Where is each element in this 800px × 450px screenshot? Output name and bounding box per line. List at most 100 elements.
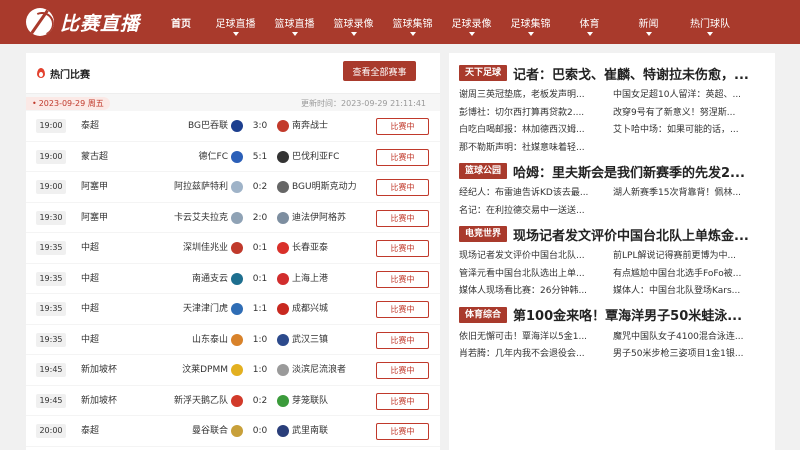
news-item-link[interactable]: 彭博社：切尔西打算再贷款2.... <box>459 105 605 123</box>
nav-label: 篮球直播 <box>274 18 315 30</box>
news-item-link[interactable]: 媒体人现场看比赛：26分钟韩... <box>459 283 605 301</box>
home-team-logo-icon <box>231 333 243 346</box>
match-time: 19:35 <box>36 332 66 347</box>
away-team-logo-icon <box>277 211 289 224</box>
news-item-link[interactable]: 依旧无懈可击！覃海洋以5金1... <box>459 329 605 347</box>
panel-title: 热门比赛 <box>50 69 90 81</box>
news-item-link[interactable]: 改穿9号有了新意义！努涅斯... <box>613 105 759 123</box>
news-item-link[interactable]: 中国女足超10人留洋：英超、... <box>613 87 759 105</box>
category-tag[interactable]: 天下足球 <box>459 65 508 81</box>
nav-item[interactable]: 足球录像 <box>442 0 501 44</box>
news-item-link[interactable]: 现场记者发文评价中国台北队... <box>459 248 605 266</box>
headline-link[interactable]: 记者：巴索戈、崔麟、特谢拉未伤愈，... <box>513 64 751 83</box>
caret-down-icon <box>350 32 357 36</box>
nav-item[interactable]: 篮球集锦 <box>383 0 442 44</box>
headline-link[interactable]: 哈姆：里夫斯会是我们新赛季的先发2... <box>513 162 751 181</box>
away-team-logo-icon <box>277 425 289 437</box>
news-item-link[interactable]: 前LPL解说记得赛前更博为中... <box>613 248 759 266</box>
news-item-link[interactable]: 媒体人：中国台北队登场Kars... <box>613 283 759 301</box>
nav-item[interactable]: 热门球队 <box>678 0 742 44</box>
match-row[interactable]: 19:35 中超 天津津门虎 1:1 成都兴城 比赛中 <box>26 294 440 325</box>
match-row[interactable]: 19:00 阿塞甲 阿拉兹萨特利 0:2 BGU明斯克动力 比赛中 <box>26 172 440 203</box>
home-team-name: BG巴吞联 <box>188 121 228 131</box>
news-item-link[interactable]: 有点尴尬中国台北选手FoFo被... <box>613 266 759 284</box>
match-status-button[interactable]: 比赛中 <box>376 270 429 288</box>
fire-icon <box>36 67 46 79</box>
nav-label: 篮球集锦 <box>392 18 433 30</box>
site-logo[interactable]: 比赛直播 <box>26 8 156 36</box>
match-time: 19:00 <box>36 149 66 164</box>
headline-link[interactable]: 第100金来咯！覃海洋男子50米蛙泳... <box>513 305 751 324</box>
match-row[interactable]: 19:35 中超 深圳佳兆业 0:1 长春亚泰 比赛中 <box>26 233 440 264</box>
nav-item[interactable]: 篮球直播 <box>265 0 324 44</box>
match-status-button[interactable]: 比赛中 <box>376 179 429 196</box>
category-tag[interactable]: 篮球公园 <box>459 163 508 179</box>
match-row[interactable]: 19:00 蒙古超 德仁FC 5:1 巴伐利亚FC 比赛中 <box>26 142 440 172</box>
news-item-link[interactable]: 经纪人：布雷迪告诉KD该去最... <box>459 185 605 203</box>
match-status-button[interactable]: 比赛中 <box>376 301 429 318</box>
match-status-button[interactable]: 比赛中 <box>376 331 429 349</box>
match-status-button[interactable]: 比赛中 <box>376 392 429 410</box>
away-team-name: 南奔战士 <box>292 121 329 131</box>
match-score: 3:0 <box>252 121 268 131</box>
news-item-link[interactable]: 谢周三英冠垫底，老板发声明... <box>459 87 605 105</box>
news-item-link[interactable]: 艾卜哈中场：如果可能的话，... <box>613 122 759 140</box>
match-status-button[interactable]: 比赛中 <box>376 362 429 379</box>
news-item-link[interactable]: 管泽元看中国台北队选出上单... <box>459 266 605 284</box>
league-name: 阿塞甲 <box>81 212 109 223</box>
category-tag[interactable]: 体育综合 <box>459 306 508 323</box>
date-row: 2023-09-29 周五 更新时间：2023-09-29 21:11:41 <box>26 93 440 111</box>
match-row[interactable]: 19:35 中超 山东泰山 1:0 武汉三镇 比赛中 <box>26 325 440 355</box>
away-team-name: 武里南联 <box>292 426 329 436</box>
nav-item[interactable]: 体育 <box>560 0 619 44</box>
league-name: 新加坡杯 <box>81 395 118 406</box>
logo-text: 比赛直播 <box>60 12 141 35</box>
news-item-link[interactable]: 白吃白喝邮报：林加德西汉姆... <box>459 122 605 140</box>
league-name: 阿塞甲 <box>81 182 109 192</box>
match-status-button[interactable]: 比赛中 <box>376 209 429 227</box>
nav-item[interactable]: 新闻 <box>619 0 678 44</box>
basketball-logo-icon <box>26 8 54 36</box>
news-item-link[interactable]: 名记：在利拉德交易中一送送... <box>459 203 605 221</box>
match-row[interactable]: 19:45 新加坡杯 新浮天鹅乙队 0:2 芽笼联队 比赛中 <box>26 386 440 416</box>
home-team-logo-icon <box>231 272 243 285</box>
home-team-logo-icon <box>231 242 243 254</box>
match-status-button[interactable]: 比赛中 <box>376 423 429 440</box>
news-item-link[interactable]: 肖若腾：几年内我不会退役会... <box>459 346 605 364</box>
nav-item[interactable]: 足球直播 <box>206 0 265 44</box>
news-item-link[interactable]: 湖人新赛季15次背靠背！佩林... <box>613 185 759 203</box>
match-time: 19:35 <box>36 271 66 286</box>
match-row[interactable]: 19:35 中超 南通支云 0:1 上海上港 比赛中 <box>26 264 440 294</box>
nav-item[interactable]: 足球集锦 <box>501 0 560 44</box>
match-score: 1:0 <box>252 365 268 375</box>
away-team-name: 芽笼联队 <box>292 395 329 406</box>
match-status-button[interactable]: 比赛中 <box>376 148 429 166</box>
news-item-link[interactable]: 男子50米步枪三姿项目1金1银... <box>613 346 759 364</box>
match-score: 5:1 <box>252 151 268 162</box>
away-team-name: BGU明斯克动力 <box>292 182 357 192</box>
nav-label: 足球录像 <box>451 18 492 30</box>
home-team-logo-icon <box>231 364 243 376</box>
news-list: 谢周三英冠垫底，老板发声明... 中国女足超10人留洋：英超、... 彭博社：切尔西… <box>449 87 775 157</box>
match-row[interactable]: 19:30 阿塞甲 卡云艾夫拉克 2:0 迪法伊阿格苏 比赛中 <box>26 203 440 233</box>
match-status-button[interactable]: 比赛中 <box>376 118 429 135</box>
nav-label: 足球集锦 <box>510 18 551 30</box>
home-team-logo-icon <box>231 150 243 163</box>
news-list: 经纪人：布雷迪告诉KD该去最... 湖人新赛季15次背靠背！佩林... 名记：在利拉… <box>449 185 775 220</box>
away-team-name: 成都兴城 <box>292 304 329 314</box>
match-row[interactable]: 20:00 泰超 曼谷联合 0:0 武里南联 比赛中 <box>26 416 440 447</box>
match-time: 19:45 <box>36 363 66 377</box>
match-row[interactable]: 19:45 新加坡杯 汶莱DPMM 1:0 淡滨尼流浪者 比赛中 <box>26 355 440 386</box>
headline-link[interactable]: 现场记者发文评价中国台北队上单炼金... <box>513 225 751 244</box>
view-all-matches-button[interactable]: 查看全部赛事 <box>343 61 416 81</box>
nav-item[interactable]: 篮球录像 <box>324 0 383 44</box>
match-score: 1:1 <box>252 304 268 314</box>
hot-matches-panel: 热门比赛 查看全部赛事 2023-09-29 周五 更新时间：2023-09-2… <box>26 53 440 450</box>
match-row[interactable]: 19:00 泰超 BG巴吞联 3:0 南奔战士 比赛中 <box>26 111 440 142</box>
nav-item[interactable]: 首页 <box>156 0 206 44</box>
match-status-button[interactable]: 比赛中 <box>376 240 429 257</box>
news-item-link[interactable]: 那不勒斯声明：社媒意味着轻... <box>459 140 605 158</box>
news-item-link[interactable]: 魔咒中国队女子4100混合泳连... <box>613 329 759 347</box>
news-block: 天下足球 记者：巴索戈、崔麟、特谢拉未伤愈，... 谢周三英冠垫底，老板发声明...… <box>449 59 775 157</box>
category-tag[interactable]: 电竞世界 <box>459 226 508 242</box>
